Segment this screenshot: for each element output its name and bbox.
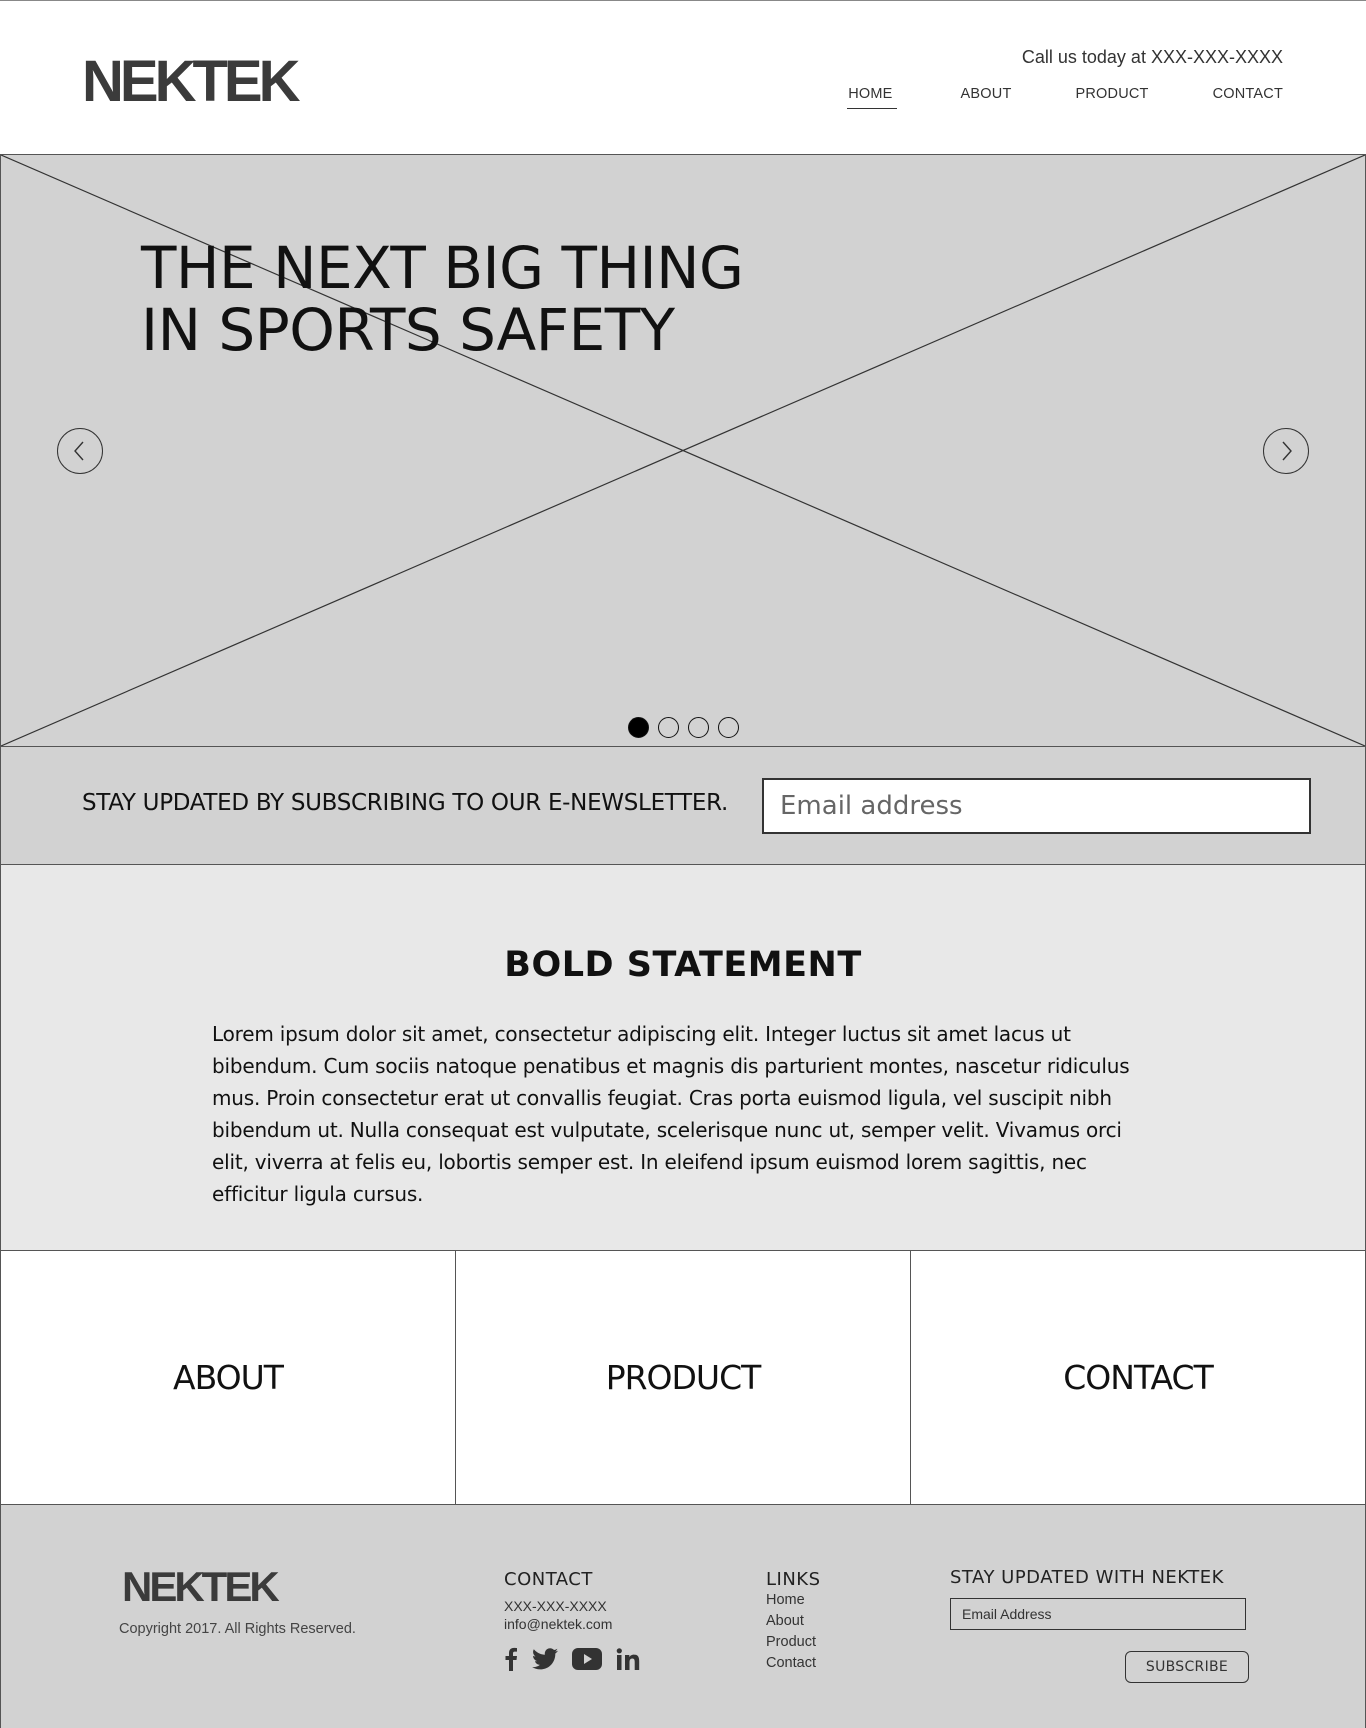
statement-section: BOLD STATEMENT Lorem ipsum dolor sit ame… (0, 865, 1366, 1251)
tile-label: CONTACT (1063, 1358, 1213, 1397)
nav-item-product[interactable]: PRODUCT (1076, 86, 1149, 109)
carousel-dot-1[interactable] (628, 717, 649, 738)
tile-label: ABOUT (173, 1358, 284, 1397)
footer-link-contact[interactable]: Contact (766, 1653, 821, 1674)
carousel-dot-2[interactable] (658, 717, 679, 738)
footer-subscribe-title: STAY UPDATED WITH NEKTEK (950, 1567, 1224, 1588)
hero-title-line1: THE NEXT BIG THING (141, 234, 744, 302)
footer-link-about[interactable]: About (766, 1611, 821, 1632)
chevron-left-icon (74, 441, 84, 461)
carousel-dot-3[interactable] (688, 717, 709, 738)
newsletter-text: STAY UPDATED BY SUBSCRIBING TO OUR E-NEW… (82, 790, 728, 816)
hero-carousel: THE NEXT BIG THING IN SPORTS SAFETY (0, 154, 1366, 747)
carousel-indicators (628, 717, 739, 738)
carousel-dot-4[interactable] (718, 717, 739, 738)
phone-text: Call us today at XXX-XXX-XXXX (1021, 47, 1283, 67)
footer-links: LINKS Home About Product Contact (766, 1569, 821, 1674)
footer-contact: CONTACT XXX-XXX-XXXX info@nektek.com (504, 1569, 640, 1671)
statement-title: BOLD STATEMENT (504, 945, 862, 985)
main-nav: HOME ABOUT PRODUCT CONTACT (783, 86, 1283, 109)
logo[interactable]: NEKTEK (82, 53, 300, 111)
nav-item-contact[interactable]: CONTACT (1213, 86, 1283, 109)
section-tiles: ABOUT PRODUCT CONTACT (0, 1251, 1366, 1505)
site-footer: NEKTEK Copyright 2017. All Rights Reserv… (0, 1505, 1366, 1728)
hero-title-line2: IN SPORTS SAFETY (141, 296, 675, 364)
footer-link-home[interactable]: Home (766, 1590, 821, 1611)
youtube-icon[interactable] (572, 1648, 602, 1670)
social-links (504, 1647, 640, 1671)
chevron-right-icon (1282, 441, 1292, 461)
footer-logo[interactable]: NEKTEK (122, 1566, 280, 1608)
newsletter-band: STAY UPDATED BY SUBSCRIBING TO OUR E-NEW… (0, 747, 1366, 865)
footer-phone: XXX-XXX-XXXX (504, 1598, 607, 1614)
footer-subscribe: STAY UPDATED WITH NEKTEK SUBSCRIBE (950, 1567, 1250, 1683)
page: NEKTEK Call us today at XXX-XXX-XXXX HOM… (0, 0, 1366, 1728)
carousel-prev-button[interactable] (57, 428, 103, 474)
footer-contact-title: CONTACT (504, 1569, 593, 1590)
twitter-icon[interactable] (532, 1648, 558, 1670)
copyright-text: Copyright 2017. All Rights Reserved. (119, 1621, 356, 1637)
statement-body: Lorem ipsum dolor sit amet, consectetur … (212, 1022, 1130, 1206)
tile-contact[interactable]: CONTACT (911, 1251, 1365, 1504)
nav-item-about[interactable]: ABOUT (961, 86, 1012, 109)
linkedin-icon[interactable] (616, 1648, 640, 1670)
footer-email[interactable]: info@nektek.com (504, 1615, 640, 1633)
footer-email-input[interactable] (950, 1598, 1246, 1630)
footer-links-title: LINKS (766, 1569, 821, 1590)
carousel-next-button[interactable] (1263, 428, 1309, 474)
nav-item-home[interactable]: HOME (847, 86, 897, 109)
site-header: NEKTEK Call us today at XXX-XXX-XXXX HOM… (0, 1, 1366, 154)
footer-link-product[interactable]: Product (766, 1632, 821, 1653)
tile-label: PRODUCT (605, 1358, 762, 1397)
tile-product[interactable]: PRODUCT (456, 1251, 911, 1504)
newsletter-email-input[interactable] (762, 778, 1311, 834)
facebook-icon[interactable] (504, 1647, 518, 1671)
hero-title: THE NEXT BIG THING IN SPORTS SAFETY (141, 237, 744, 361)
subscribe-button[interactable]: SUBSCRIBE (1125, 1651, 1249, 1683)
tile-about[interactable]: ABOUT (1, 1251, 456, 1504)
